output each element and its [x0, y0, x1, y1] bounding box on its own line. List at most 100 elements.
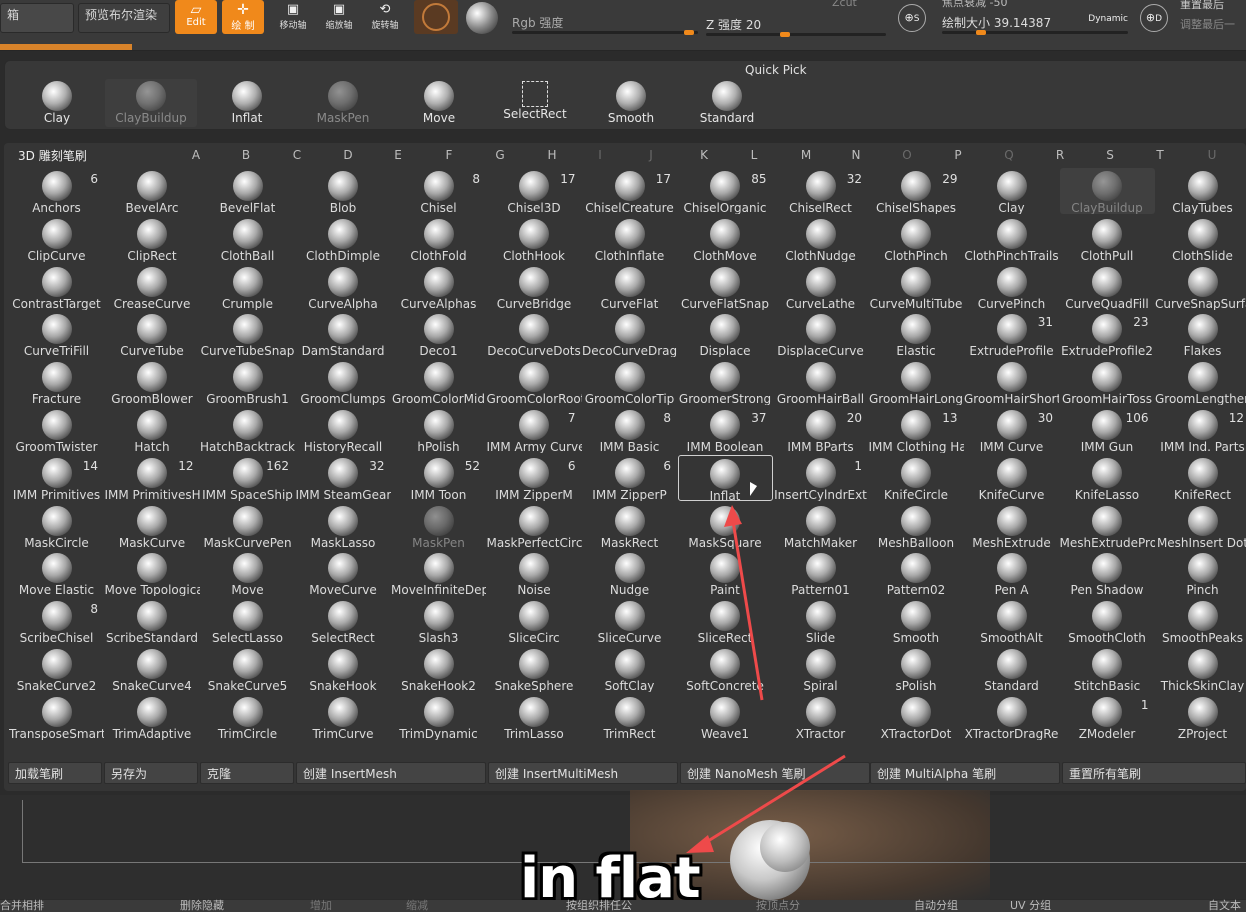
brush-displace[interactable]: Displace — [678, 311, 773, 357]
brush-pen-a[interactable]: Pen A — [964, 550, 1059, 596]
brush-imm-zipperm[interactable]: IMM ZipperM 6 — [487, 455, 582, 501]
brush-snakehook[interactable]: SnakeHook — [296, 646, 391, 692]
z-intensity-slider[interactable]: Z 强度 20 — [706, 16, 886, 37]
brush-scribestandard[interactable]: ScribeStandard — [105, 598, 200, 644]
brush-maskperfectcirc[interactable]: MaskPerfectCirc — [487, 503, 582, 549]
brush-hatchbacktrack[interactable]: HatchBacktrack — [200, 407, 295, 453]
brush-curvealpha[interactable]: CurveAlpha — [296, 264, 391, 310]
brush-crumple[interactable]: Crumple — [200, 264, 295, 310]
brush-stitchbasic[interactable]: StitchBasic — [1060, 646, 1155, 692]
brush-damstandard[interactable]: DamStandard — [296, 311, 391, 357]
brush-contrasttarget[interactable]: ContrastTarget — [9, 264, 104, 310]
brush-claytubes[interactable]: ClayTubes — [1155, 168, 1246, 214]
draw-button[interactable]: ✛ 绘 制 — [222, 0, 264, 34]
brush-zmodeler[interactable]: ZModeler 1 — [1060, 694, 1155, 740]
brush-snakesphere[interactable]: SnakeSphere — [487, 646, 582, 692]
tool-box[interactable]: 箱 — [0, 3, 74, 33]
alphabet-filter-g[interactable]: G — [490, 148, 510, 162]
brush-trimcurve[interactable]: TrimCurve — [296, 694, 391, 740]
brush-softclay[interactable]: SoftClay — [582, 646, 677, 692]
brush-insertcylndrext[interactable]: InsertCylndrExt 1 — [773, 455, 868, 501]
brush-hpolish[interactable]: hPolish — [391, 407, 486, 453]
brush-chisel3d[interactable]: Chisel3D 17 — [487, 168, 582, 214]
brush-groomcolorroot[interactable]: GroomColorRoot — [487, 359, 582, 405]
brush-groomhairshort[interactable]: GroomHairShort — [964, 359, 1059, 405]
brush-trimrect[interactable]: TrimRect — [582, 694, 677, 740]
brush-imm-clothing-ha[interactable]: IMM Clothing Ha 13 — [869, 407, 964, 453]
brush-imm-bparts[interactable]: IMM BParts 20 — [773, 407, 868, 453]
brush-anchors[interactable]: Anchors 6 — [9, 168, 104, 214]
brush-slicerect[interactable]: SliceRect — [678, 598, 773, 644]
brush-chiselcreature[interactable]: ChiselCreature 17 — [582, 168, 677, 214]
brush-smoothalt[interactable]: SmoothAlt — [964, 598, 1059, 644]
brush-snakecurve5[interactable]: SnakeCurve5 — [200, 646, 295, 692]
brush-move-topologica[interactable]: Move Topologica — [105, 550, 200, 596]
brush-chiselshapes[interactable]: ChiselShapes 29 — [869, 168, 964, 214]
brush-clay[interactable]: Clay — [964, 168, 1059, 214]
brush-slash3[interactable]: Slash3 — [391, 598, 486, 644]
brush-inflat[interactable]: Inflat — [677, 454, 773, 501]
brush-elastic[interactable]: Elastic — [869, 311, 964, 357]
brush-matchmaker[interactable]: MatchMaker — [773, 503, 868, 549]
brush-extrudeprofile2[interactable]: ExtrudeProfile2 23 — [1060, 311, 1155, 357]
brush-groomerstrong[interactable]: GroomerStrong — [678, 359, 773, 405]
brush-move[interactable]: Move — [200, 550, 295, 596]
load-brush-button[interactable]: 加载笔刷 — [8, 762, 102, 784]
brush-clothpinch[interactable]: ClothPinch — [869, 216, 964, 262]
brush-meshballoon[interactable]: MeshBalloon — [869, 503, 964, 549]
brush-transposesmart[interactable]: TransposeSmart — [9, 694, 104, 740]
alphabet-filter-p[interactable]: P — [948, 148, 968, 162]
alphabet-filter-f[interactable]: F — [439, 148, 459, 162]
brush-thickskinclay[interactable]: ThickSkinClay — [1155, 646, 1246, 692]
quick-pick-clay[interactable]: Clay — [11, 79, 103, 127]
alphabet-filter-t[interactable]: T — [1150, 148, 1170, 162]
group-by-label[interactable]: 按组织排任公 — [566, 900, 632, 912]
brush-maskcurve[interactable]: MaskCurve — [105, 503, 200, 549]
brush-snakecurve4[interactable]: SnakeCurve4 — [105, 646, 200, 692]
brush-chiselrect[interactable]: ChiselRect 32 — [773, 168, 868, 214]
brush-blob[interactable]: Blob — [296, 168, 391, 214]
brush-clothmove[interactable]: ClothMove — [678, 216, 773, 262]
create-multialpha-brush-button[interactable]: 创建 MultiAlpha 笔刷 — [870, 762, 1060, 784]
brush-zproject[interactable]: ZProject — [1155, 694, 1246, 740]
brush-clipcurve[interactable]: ClipCurve — [9, 216, 104, 262]
focal-shift-label[interactable]: 焦点衰减 -50 — [942, 0, 1007, 10]
brush-slicecirc[interactable]: SliceCirc — [487, 598, 582, 644]
brush-clothpinchtrails[interactable]: ClothPinchTrails — [964, 216, 1059, 262]
brush-groomclumps[interactable]: GroomClumps — [296, 359, 391, 405]
move-axis-button[interactable]: ▣ 移动轴 — [276, 2, 310, 36]
dynamic-button[interactable]: Dynamic — [1088, 14, 1128, 24]
brush-decocurvedots[interactable]: DecoCurveDots — [487, 311, 582, 357]
brush-decocurvedragd[interactable]: DecoCurveDragD — [582, 311, 677, 357]
delete-hidden-label[interactable]: 删除隐藏 — [180, 900, 224, 912]
create-nanomesh-brush-button[interactable]: 创建 NanoMesh 笔刷 — [680, 762, 870, 784]
alphabet-filter-h[interactable]: H — [542, 148, 562, 162]
brush-curveflat[interactable]: CurveFlat — [582, 264, 677, 310]
brush-deco1[interactable]: Deco1 — [391, 311, 486, 357]
uv-group-label[interactable]: UV 分组 — [1010, 900, 1051, 912]
brush-trimcircle[interactable]: TrimCircle — [200, 694, 295, 740]
brush-imm-army-curve[interactable]: IMM Army Curve 7 — [487, 407, 582, 453]
brush-scribechisel[interactable]: ScribeChisel 8 — [9, 598, 104, 644]
brush-meshinsert-dot[interactable]: MeshInsert Dot — [1155, 503, 1246, 549]
brush-imm-ind-parts[interactable]: IMM Ind. Parts 12 — [1155, 407, 1246, 453]
rotate-axis-button[interactable]: ⟲ 旋转轴 — [368, 2, 402, 36]
brush-groombrush1[interactable]: GroomBrush1 — [200, 359, 295, 405]
adjust-last-label[interactable]: 调整最后一 — [1180, 16, 1235, 32]
brush-maskrect[interactable]: MaskRect — [582, 503, 677, 549]
text-label[interactable]: 自文本 — [1208, 900, 1241, 912]
brush-meshextrudepro[interactable]: MeshExtrudePro — [1060, 503, 1155, 549]
brush-imm-boolean[interactable]: IMM Boolean 37 — [678, 407, 773, 453]
brush-slide[interactable]: Slide — [773, 598, 868, 644]
brush-imm-steamgears[interactable]: IMM SteamGears 32 — [296, 455, 391, 501]
save-as-button[interactable]: 另存为 — [104, 762, 198, 784]
clone-button[interactable]: 克隆 — [200, 762, 294, 784]
alphabet-filter-u[interactable]: U — [1202, 148, 1222, 162]
brush-groomlengthen[interactable]: GroomLengthen — [1155, 359, 1246, 405]
brush-fracture[interactable]: Fracture — [9, 359, 104, 405]
brush-flakes[interactable]: Flakes — [1155, 311, 1246, 357]
brush-bevelflat[interactable]: BevelFlat — [200, 168, 295, 214]
alphabet-filter-a[interactable]: A — [186, 148, 206, 162]
preview-boolean-render-button[interactable]: 预览布尔渲染 — [78, 3, 170, 33]
brush-trimdynamic[interactable]: TrimDynamic — [391, 694, 486, 740]
